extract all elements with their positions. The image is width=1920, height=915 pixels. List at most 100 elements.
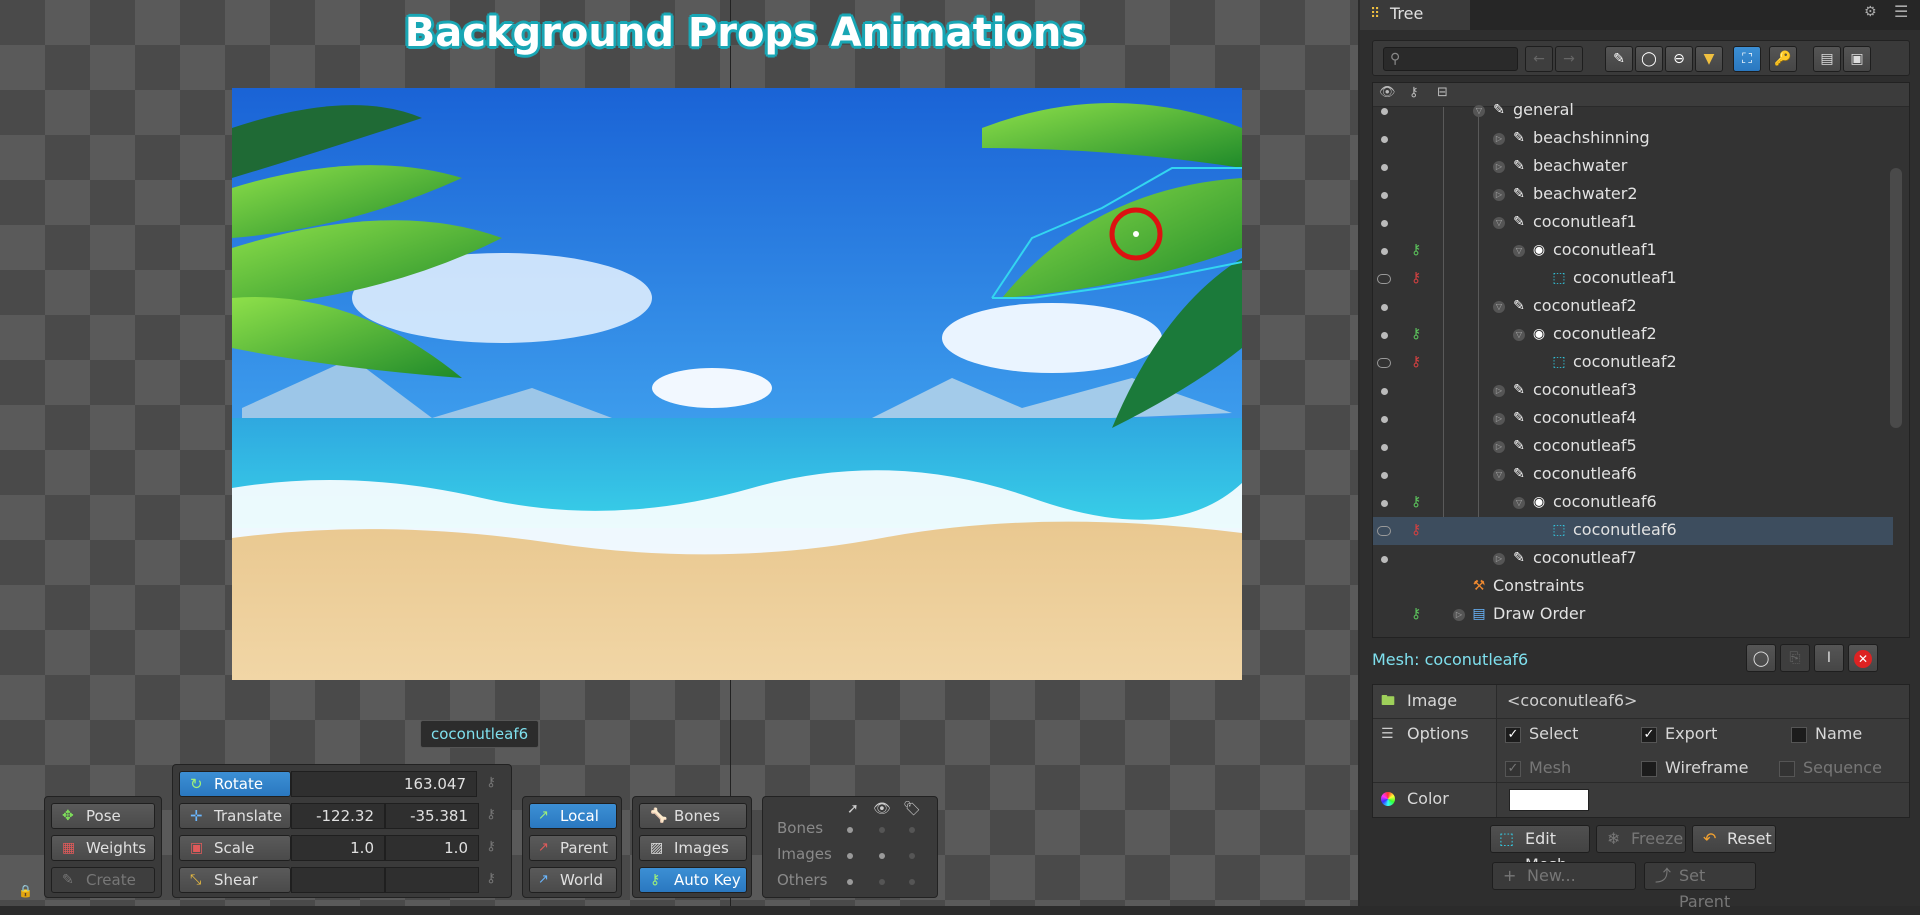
collapse-arrow-icon[interactable]: ▽: [1513, 245, 1525, 257]
vis-bones-eye-toggle[interactable]: [879, 827, 885, 833]
parent-button[interactable]: ↗ Parent: [529, 835, 617, 861]
name-checkbox[interactable]: [1791, 727, 1807, 743]
tree-row[interactable]: ▷ ✎ beachwater: [1373, 153, 1893, 181]
expand-arrow-icon[interactable]: ▷: [1493, 385, 1505, 397]
collapse-arrow-icon[interactable]: ▽: [1513, 497, 1525, 509]
collapse-arrow-icon[interactable]: ▽: [1493, 301, 1505, 313]
visibility-dot[interactable]: [1381, 220, 1388, 227]
tree-row[interactable]: ⚷ ▽ ◉ coconutleaf2: [1373, 321, 1893, 349]
nav-back-button[interactable]: ←: [1525, 46, 1553, 72]
select-checkbox[interactable]: ✓: [1505, 727, 1521, 743]
visibility-eye-icon[interactable]: [1377, 358, 1391, 368]
shear-x-field[interactable]: [291, 867, 385, 893]
vis-others-eye-toggle[interactable]: [879, 879, 885, 885]
visibility-dot[interactable]: [1381, 332, 1388, 339]
nav-forward-button[interactable]: →: [1555, 46, 1583, 72]
world-button[interactable]: ↗ World: [529, 867, 617, 893]
find-replace-button[interactable]: 🔑: [1769, 46, 1797, 72]
weights-button[interactable]: ▦ Weights: [51, 835, 155, 861]
scale-x-field[interactable]: 1.0: [291, 835, 385, 861]
mesh-checkbox[interactable]: ✓: [1505, 761, 1521, 777]
vis-bones-tag-toggle[interactable]: [909, 827, 915, 833]
collapse-arrow-icon[interactable]: ▽: [1493, 469, 1505, 481]
tree-row[interactable]: ▽ ✎ coconutleaf2: [1373, 293, 1893, 321]
filter-icon-button[interactable]: ▼: [1695, 46, 1723, 72]
visibility-dot[interactable]: [1381, 164, 1388, 171]
vis-bones-select-toggle[interactable]: [847, 827, 853, 833]
tree-row[interactable]: ▷ ✎ beachwater2: [1373, 181, 1893, 209]
scale-key-icon[interactable]: ⚷: [481, 835, 501, 861]
shear-button[interactable]: ⤡ Shear: [179, 867, 291, 893]
viewport[interactable]: Background Props Animations coconutleaf6…: [0, 0, 1358, 906]
collapse-arrow-icon[interactable]: ▽: [1493, 217, 1505, 229]
tree-row[interactable]: ⚷ ▽ ◉ coconutleaf6: [1373, 489, 1893, 517]
expand-arrow-icon[interactable]: ▷: [1493, 161, 1505, 173]
vis-others-tag-toggle[interactable]: [909, 879, 915, 885]
vis-others-select-toggle[interactable]: [847, 879, 853, 885]
create-button[interactable]: ✎ Create: [51, 867, 155, 893]
vis-images-select-toggle[interactable]: [847, 853, 853, 859]
visibility-eye-icon[interactable]: [1377, 526, 1391, 536]
visibility-dot[interactable]: [1381, 556, 1388, 563]
vis-images-tag-toggle[interactable]: [909, 853, 915, 859]
expand-arrow-icon[interactable]: ▷: [1493, 189, 1505, 201]
focus-button[interactable]: ⛶: [1733, 46, 1761, 72]
green-key-icon[interactable]: ⚷: [1411, 242, 1421, 258]
key-bones-button[interactable]: 🦴 Bones: [639, 803, 747, 829]
panel-menu-icon[interactable]: ☰: [1894, 2, 1908, 21]
visibility-dot[interactable]: [1381, 388, 1388, 395]
expand-arrow-icon[interactable]: ▷: [1453, 609, 1465, 621]
tree-row[interactable]: ▷ ✎ beachshinning: [1373, 125, 1893, 153]
collapse-arrow-icon[interactable]: ▽: [1473, 105, 1485, 117]
tree-row[interactable]: ▷ ✎ coconutleaf5: [1373, 433, 1893, 461]
rotate-key-icon[interactable]: ⚷: [481, 771, 501, 797]
green-key-icon[interactable]: ⚷: [1411, 606, 1421, 622]
expand-arrow-icon[interactable]: ▷: [1493, 133, 1505, 145]
green-key-icon[interactable]: ⚷: [1411, 326, 1421, 342]
edit-mesh-button[interactable]: ⬚ Edit Mesh: [1490, 825, 1590, 874]
tree-row[interactable]: ⚷ ⬚ coconutleaf1: [1373, 265, 1893, 293]
mesh-rename-button[interactable]: I: [1814, 644, 1844, 672]
color-swatch[interactable]: [1509, 789, 1589, 811]
translate-button[interactable]: ✛ Translate: [179, 803, 291, 829]
translate-key-icon[interactable]: ⚷: [481, 803, 501, 829]
mesh-duplicate-button[interactable]: ⎘: [1780, 644, 1810, 672]
red-key-icon[interactable]: ⚷: [1411, 522, 1421, 538]
visibility-dot[interactable]: [1381, 248, 1388, 255]
visibility-dot[interactable]: [1381, 444, 1388, 451]
mesh-attachment-button[interactable]: ◯: [1746, 644, 1776, 672]
lock-icon[interactable]: 🔒: [18, 884, 33, 898]
expand-arrow-icon[interactable]: ▷: [1493, 413, 1505, 425]
auto-key-button[interactable]: ⚷ Auto Key: [639, 867, 747, 893]
collapse-arrow-icon[interactable]: ▽: [1513, 329, 1525, 341]
visibility-dot[interactable]: [1381, 108, 1388, 115]
filter-slots-button[interactable]: ✎: [1605, 46, 1633, 72]
tree-row[interactable]: ⚷ ▷ ▤ Draw Order: [1373, 601, 1893, 629]
visibility-dot[interactable]: [1381, 500, 1388, 507]
tree-row[interactable]: ▷ ✎ coconutleaf4: [1373, 405, 1893, 433]
tree-search-input[interactable]: ⚲: [1383, 47, 1518, 71]
scale-y-field[interactable]: 1.0: [385, 835, 479, 861]
set-parent-button[interactable]: ⤴ Set Parent: [1644, 862, 1756, 911]
tab-tree[interactable]: ⠿ Tree: [1360, 0, 1470, 30]
rotate-value-field[interactable]: 163.047: [291, 771, 477, 797]
tree-row[interactable]: ▷ ✎ coconutleaf3: [1373, 377, 1893, 405]
collapse-button[interactable]: ▤: [1813, 46, 1841, 72]
tree-row[interactable]: ⚒ Constraints: [1373, 573, 1893, 601]
visibility-dot[interactable]: [1381, 304, 1388, 311]
freeze-button[interactable]: ❄ Freeze: [1596, 825, 1686, 853]
translate-y-field[interactable]: -35.381: [385, 803, 479, 829]
export-checkbox[interactable]: ✓: [1641, 727, 1657, 743]
shear-y-field[interactable]: [385, 867, 479, 893]
visibility-dot[interactable]: [1381, 416, 1388, 423]
translate-x-field[interactable]: -122.32: [291, 803, 385, 829]
key-images-button[interactable]: ▨ Images: [639, 835, 747, 861]
pose-button[interactable]: ✥ Pose: [51, 803, 155, 829]
tree-row[interactable]: ▷ ✎ coconutleaf7: [1373, 545, 1893, 573]
image-path-field[interactable]: <coconutleaf6>: [1503, 689, 1903, 715]
local-button[interactable]: ↗ Local: [529, 803, 617, 829]
rotate-button[interactable]: ↻ Rotate: [179, 771, 291, 797]
new-button[interactable]: + New...: [1492, 862, 1636, 890]
panel-settings-icon[interactable]: ⚙: [1864, 4, 1877, 20]
tree-view[interactable]: 👁 ⚷ ⊟ ▽ ✎ general ▷ ✎ beachshinning ▷ ✎ …: [1372, 82, 1910, 638]
